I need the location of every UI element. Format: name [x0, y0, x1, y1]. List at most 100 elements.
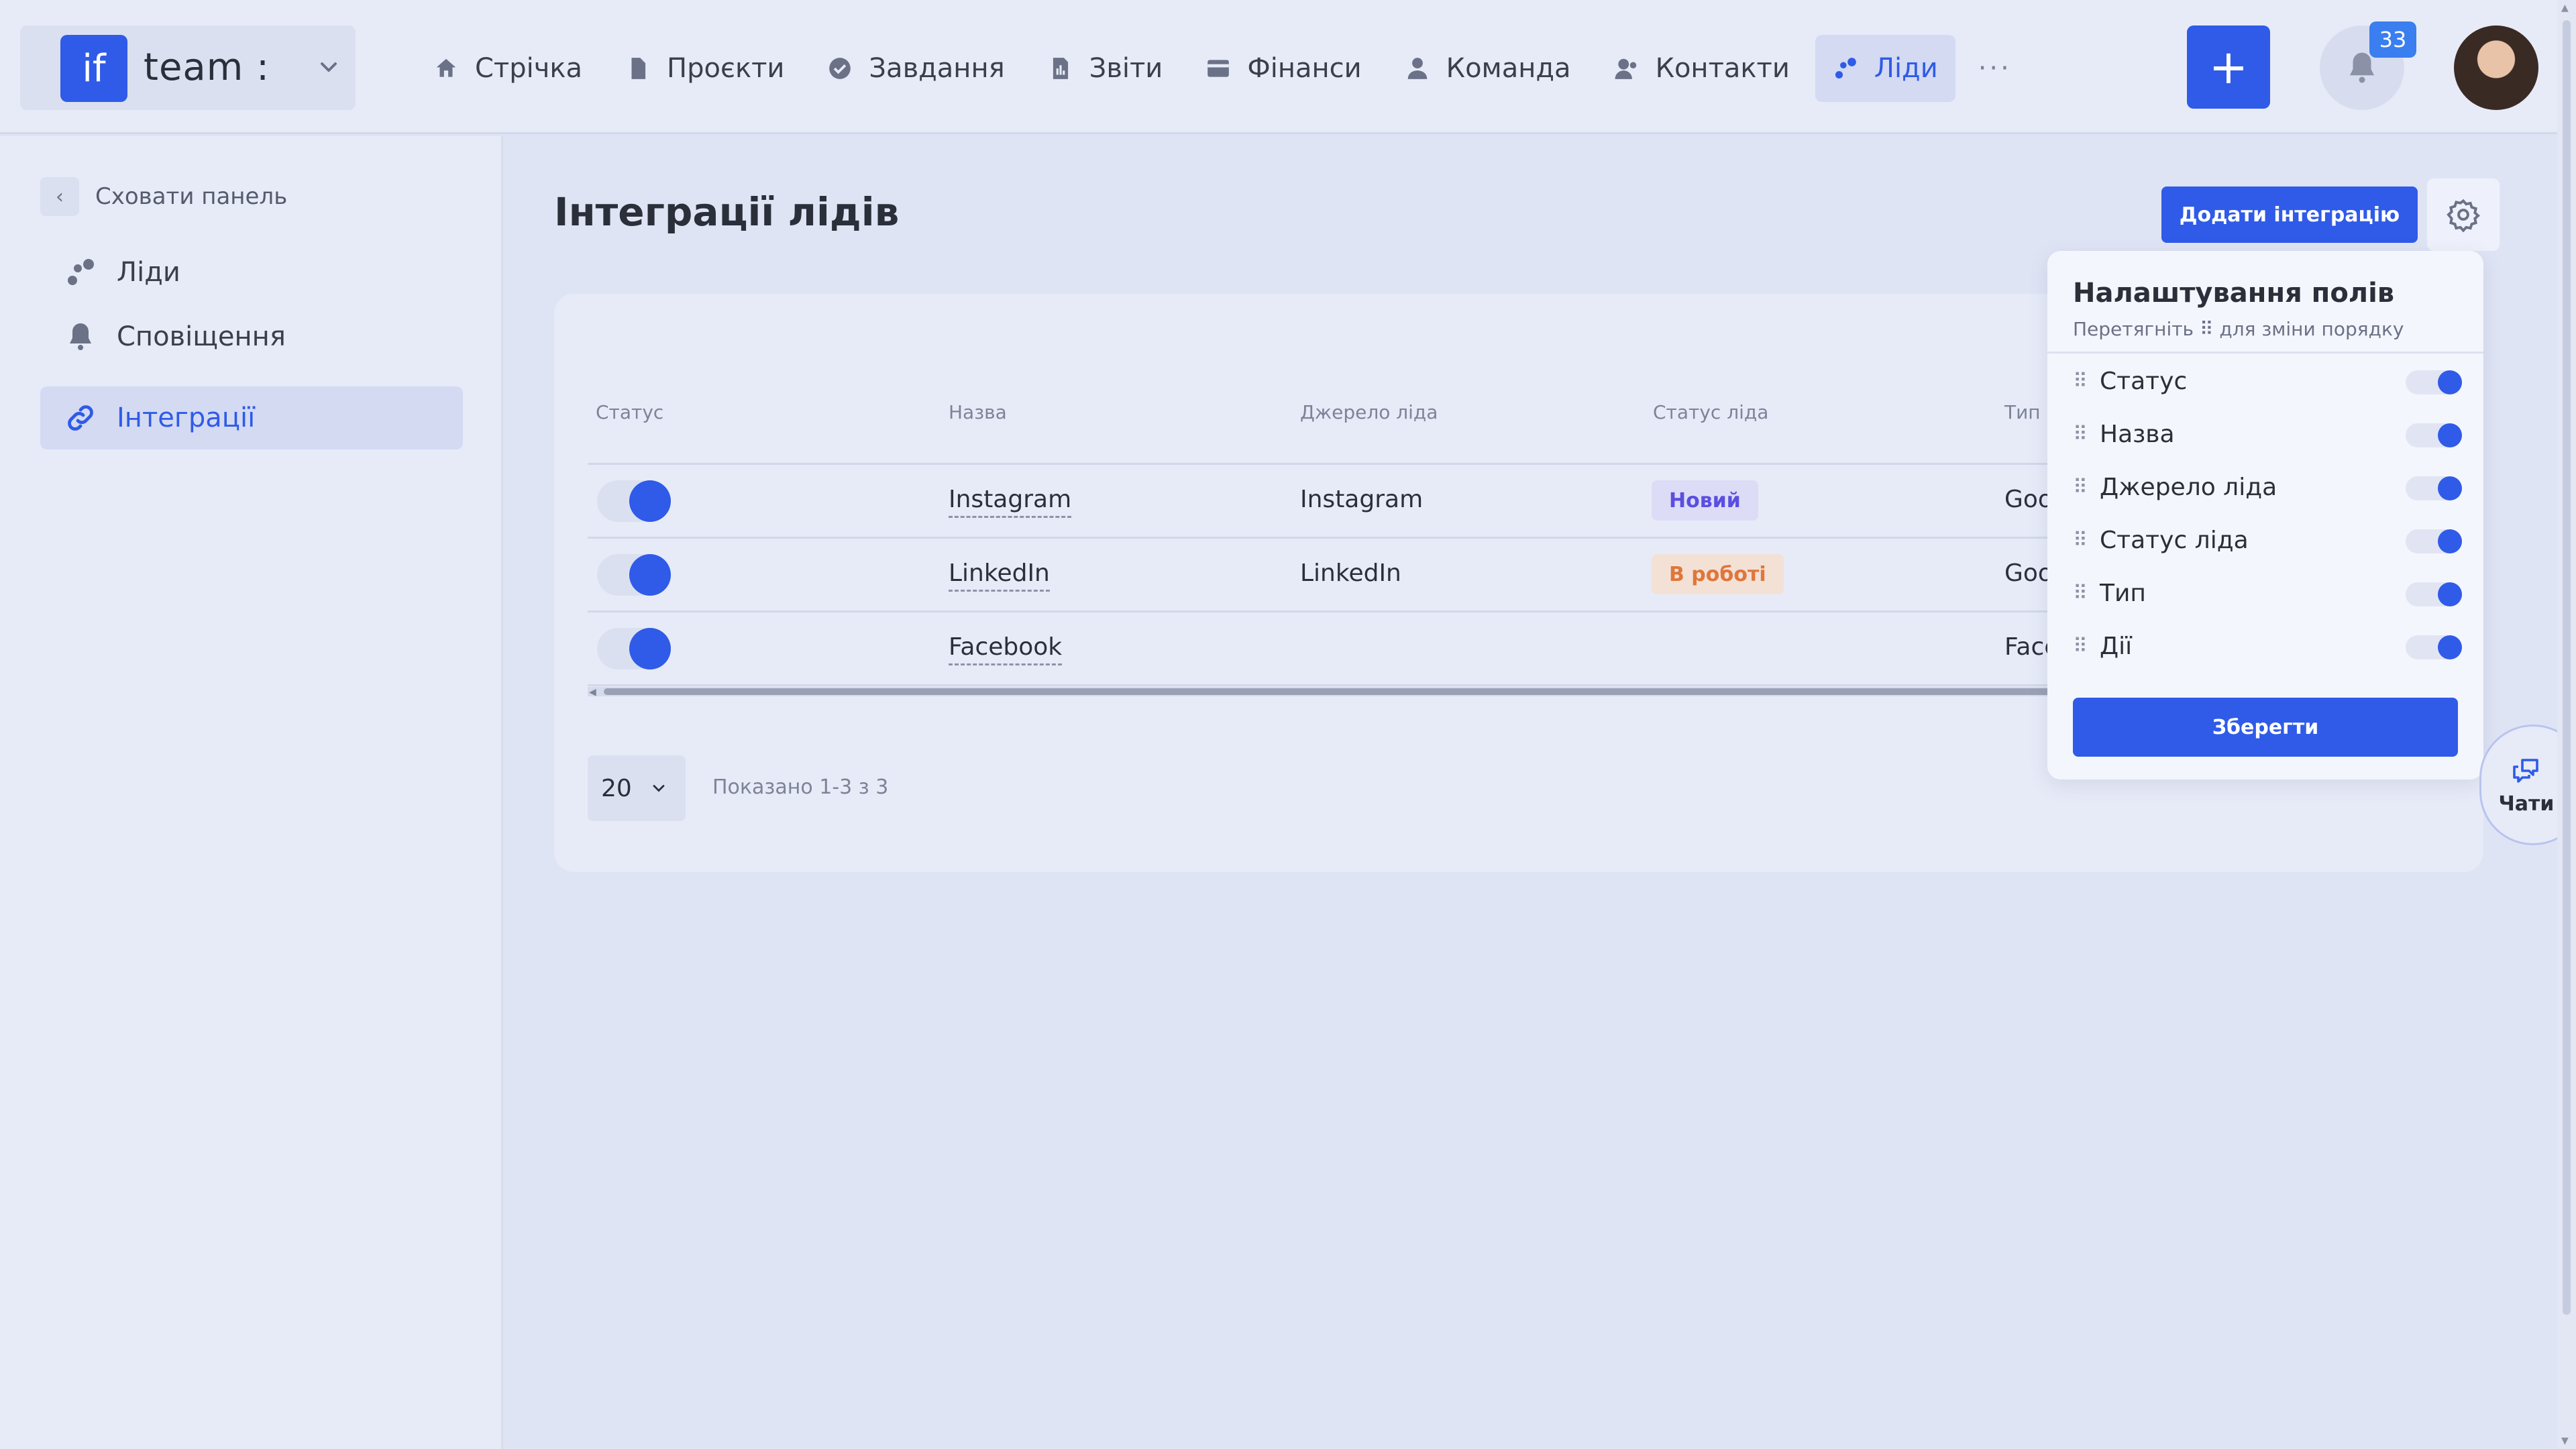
field-visibility-toggle[interactable]: [2406, 635, 2462, 659]
home-icon: [436, 58, 456, 77]
nav-item-feed[interactable]: Стрічка: [416, 35, 600, 102]
field-label: Дії: [2100, 632, 2133, 660]
wallet-icon: [1208, 60, 1230, 77]
leads-icon: [1835, 58, 1856, 79]
add-integration-button[interactable]: Додати інтеграцію: [2161, 186, 2418, 243]
drag-handle-icon[interactable]: ⠿: [2073, 582, 2100, 605]
per-page-select[interactable]: 20: [588, 755, 686, 821]
field-visibility-toggle[interactable]: [2406, 423, 2462, 447]
sidebar-item-leads[interactable]: Ліди: [40, 241, 463, 304]
integration-name-link[interactable]: LinkedIn: [949, 559, 1050, 592]
lead-source: Instagram: [1300, 486, 1424, 513]
user-icon: [1407, 58, 1427, 79]
team-name: team :: [144, 46, 270, 89]
top-bar: if team : Стрічка Проєкти Завдання Звіти…: [0, 0, 2576, 134]
pagination-summary: Показано 1-3 з 3: [712, 775, 889, 799]
field-visibility-toggle[interactable]: [2406, 582, 2462, 606]
scroll-up-arrow-icon[interactable]: ▲: [2561, 3, 2569, 13]
more-menu-button[interactable]: ···: [1964, 35, 2027, 102]
hide-panel-button[interactable]: ‹ Сховати панель: [40, 176, 287, 217]
field-settings-button[interactable]: [2427, 178, 2500, 251]
report-icon: [1053, 58, 1068, 79]
nav-item-label: Стрічка: [475, 53, 583, 84]
drag-handle-icon[interactable]: ⠿: [2073, 476, 2100, 499]
gear-icon: [2447, 199, 2480, 232]
nav-item-projects[interactable]: Проєкти: [608, 35, 802, 102]
nav-item-label: Команда: [1446, 53, 1571, 84]
sidebar: ‹ Сховати панель Ліди Сповіщення Інтегра…: [0, 136, 503, 1449]
field-row-status[interactable]: ⠿ Статус: [2073, 361, 2462, 401]
field-row-name[interactable]: ⠿ Назва: [2073, 414, 2462, 454]
column-header-lead-status: Статус ліда: [1653, 401, 1769, 423]
integration-type: Goo: [2004, 559, 2053, 587]
status-toggle[interactable]: [597, 628, 671, 669]
sidebar-item-label: Інтеграції: [117, 402, 256, 433]
sidebar-item-integrations[interactable]: Інтеграції: [40, 386, 463, 449]
field-label: Тип: [2100, 579, 2146, 607]
notification-count-badge: 33: [2369, 21, 2416, 58]
divider: [2047, 352, 2483, 354]
per-page-value: 20: [601, 774, 632, 802]
scrollbar-thumb[interactable]: [2563, 20, 2571, 1315]
nav-item-label: Контакти: [1655, 53, 1790, 84]
scrollbar-thumb[interactable]: [604, 688, 2174, 695]
field-row-source[interactable]: ⠿ Джерело ліда: [2073, 467, 2462, 507]
nav-item-finance[interactable]: Фінанси: [1188, 35, 1379, 102]
sidebar-item-label: Ліди: [117, 257, 180, 288]
column-header-source: Джерело ліда: [1300, 401, 1438, 423]
contacts-icon: [1615, 58, 1636, 79]
field-label: Джерело ліда: [2100, 473, 2277, 501]
status-toggle[interactable]: [597, 554, 671, 596]
nav-item-label: Звіти: [1089, 53, 1163, 84]
page-title: Інтеграції лідів: [554, 189, 900, 235]
popover-subtitle: Перетягніть ⠿ для зміни порядку: [2073, 318, 2404, 340]
field-row-lead-status[interactable]: ⠿ Статус ліда: [2073, 520, 2462, 560]
sidebar-item-label: Сповіщення: [117, 321, 286, 352]
column-header-type: Тип: [2004, 401, 2041, 423]
drag-handle-icon[interactable]: ⠿: [2073, 529, 2100, 552]
lead-source: LinkedIn: [1300, 559, 1401, 587]
scroll-left-arrow-icon[interactable]: ◀: [589, 687, 596, 698]
document-icon: [631, 58, 646, 79]
sidebar-item-notifications[interactable]: Сповіщення: [40, 305, 463, 368]
drag-handle-icon[interactable]: ⠿: [2073, 370, 2100, 393]
field-row-actions[interactable]: ⠿ Дії: [2073, 626, 2462, 666]
chevron-down-icon[interactable]: [315, 54, 342, 80]
nav-item-label: Ліди: [1874, 53, 1938, 84]
user-avatar[interactable]: [2454, 25, 2538, 110]
integration-type: Goo: [2004, 486, 2053, 513]
nav-item-tasks[interactable]: Завдання: [810, 35, 1022, 102]
popover-title: Налаштування полів: [2073, 278, 2395, 309]
field-visibility-toggle[interactable]: [2406, 370, 2462, 394]
integration-name-link[interactable]: Facebook: [949, 633, 1063, 665]
field-visibility-toggle[interactable]: [2406, 529, 2462, 553]
save-button[interactable]: Зберегти: [2073, 698, 2458, 757]
leads-icon: [68, 259, 94, 285]
add-button[interactable]: +: [2187, 25, 2270, 109]
nav-item-reports[interactable]: Звіти: [1030, 35, 1181, 102]
team-switcher[interactable]: if team :: [20, 25, 356, 110]
integration-name-link[interactable]: Instagram: [949, 486, 1072, 518]
column-header-status: Статус: [596, 401, 664, 423]
nav-item-contacts[interactable]: Контакти: [1597, 35, 1807, 102]
nav-item-label: Проєкти: [667, 53, 785, 84]
page-vertical-scrollbar[interactable]: ▲ ▼: [2557, 0, 2576, 1449]
chevron-left-icon: ‹: [40, 177, 79, 216]
nav-item-leads[interactable]: Ліди: [1815, 35, 1955, 102]
status-toggle[interactable]: [597, 480, 671, 522]
lead-status-badge: Новий: [1652, 480, 1758, 521]
check-circle-icon: [829, 58, 851, 79]
nav-item-team[interactable]: Команда: [1387, 35, 1589, 102]
drag-handle-icon[interactable]: ⠿: [2073, 423, 2100, 446]
main-nav: Стрічка Проєкти Завдання Звіти Фінанси К…: [416, 35, 2027, 102]
bell-icon: [70, 323, 91, 350]
scroll-down-arrow-icon[interactable]: ▼: [2561, 1436, 2569, 1446]
column-header-name: Назва: [949, 401, 1007, 423]
field-row-type[interactable]: ⠿ Тип: [2073, 573, 2462, 613]
link-icon: [68, 405, 93, 431]
field-label: Статус ліда: [2100, 526, 2249, 554]
drag-handle-icon[interactable]: ⠿: [2073, 635, 2100, 658]
field-label: Статус: [2100, 367, 2188, 395]
field-visibility-toggle[interactable]: [2406, 476, 2462, 500]
chevron-down-icon: [653, 785, 665, 792]
